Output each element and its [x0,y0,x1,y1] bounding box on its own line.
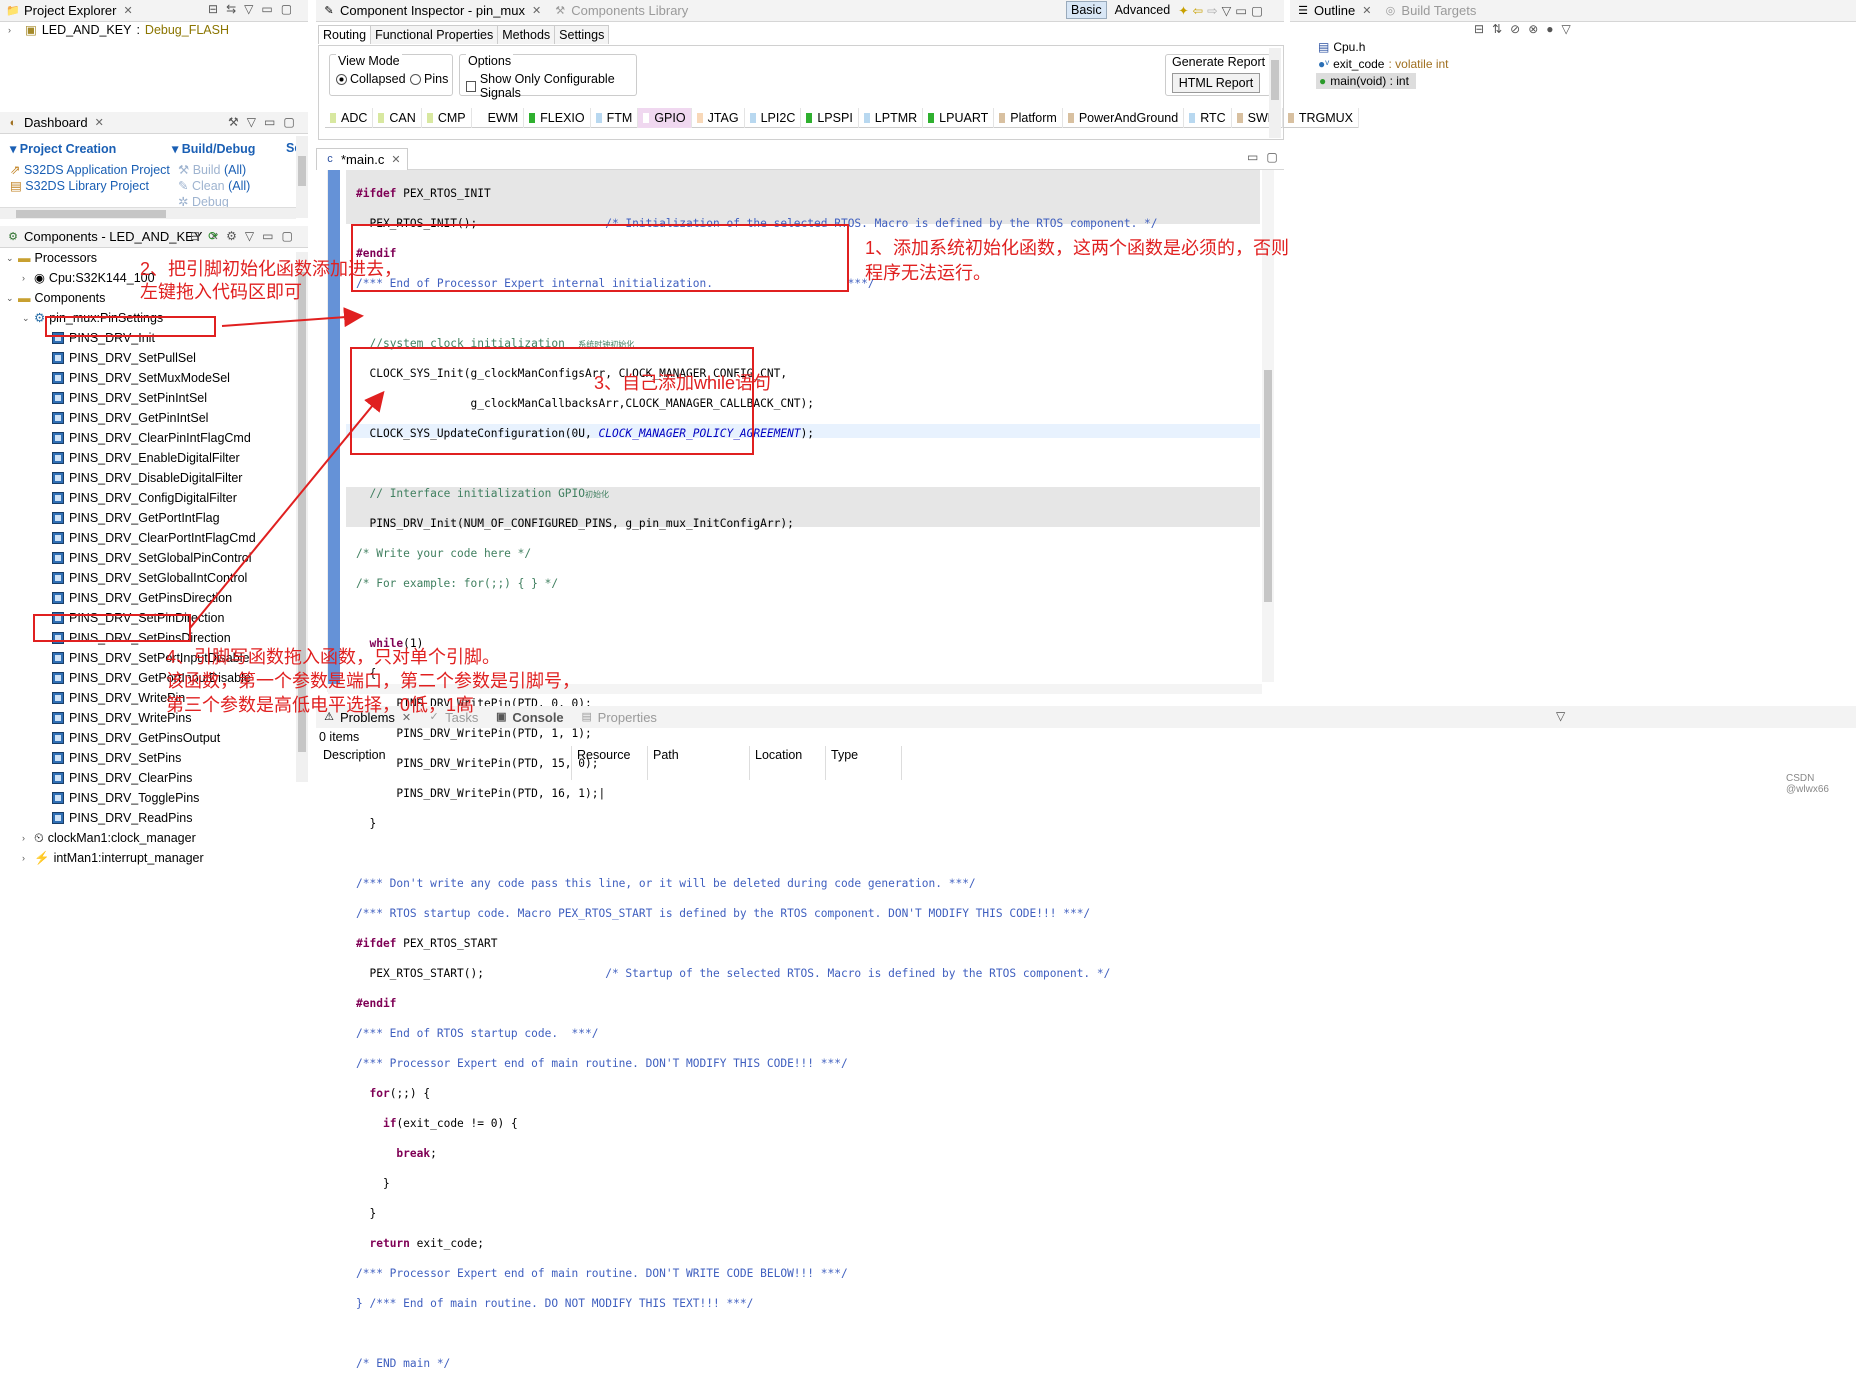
annotation-4-line3: 第三个参数是高低电平选择，0低，1高 [166,695,475,715]
annotation-4-line1: 4、引脚写函数拖入函数，只对单个引脚。 [166,647,501,667]
annotation-1-line1: 1、添加系统初始化函数，这两个函数是必须的，否则 [865,238,1290,258]
annotation-4-line2: 该函数，第一个参数是端口，第二个参数是引脚号， [166,671,580,691]
annotation-1-line2: 程序无法运行。 [865,263,991,283]
arrow-pins-init [221,307,364,328]
annotation-3: 3、自己添加while语句 [594,373,772,393]
annotation-arrows [189,307,385,629]
annotation-2-line2: 左键拖入代码区即可 [140,282,302,302]
arrow-writepin [189,390,385,629]
annotation-2-line1: 2、把引脚初始化函数添加进去， [140,259,403,279]
